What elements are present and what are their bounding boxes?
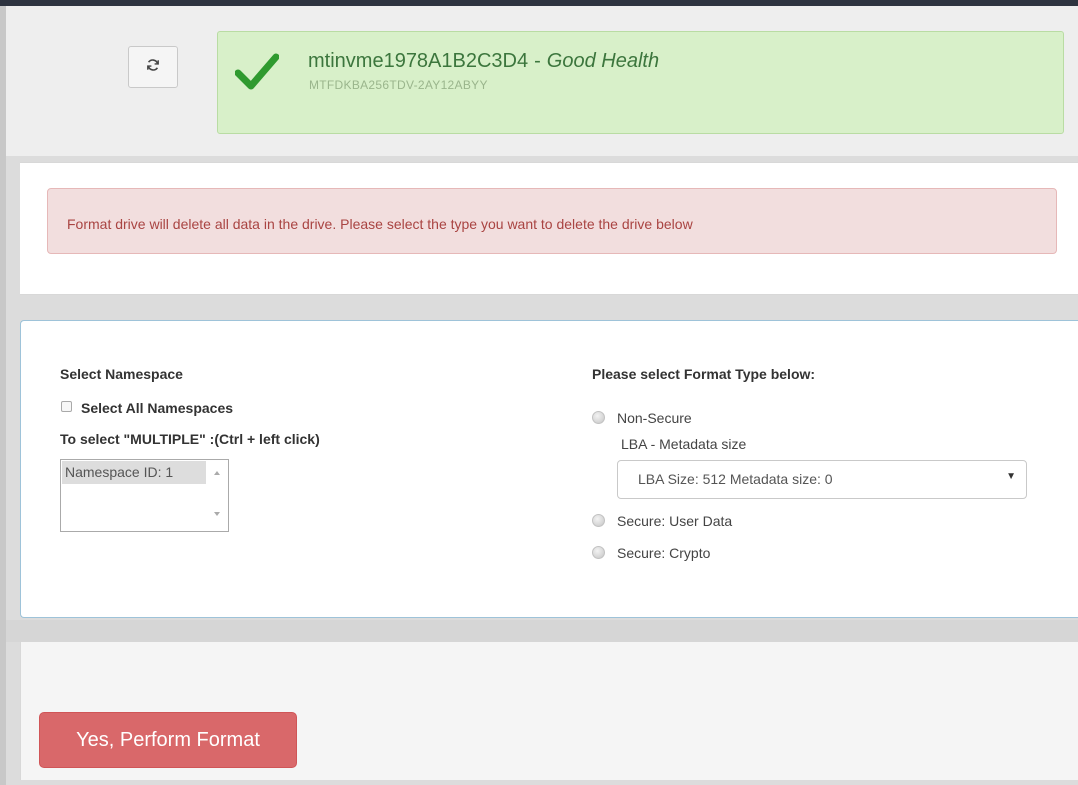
- namespace-heading: Select Namespace: [60, 366, 183, 382]
- scroll-up-icon[interactable]: [214, 471, 220, 475]
- format-type-heading: Please select Format Type below:: [592, 366, 816, 382]
- namespace-option[interactable]: Namespace ID: 1: [62, 461, 206, 484]
- checkmark-icon: [234, 52, 280, 97]
- secure-user-data-radio[interactable]: [592, 514, 605, 527]
- refresh-icon: [146, 58, 160, 77]
- scroll-down-icon[interactable]: [214, 512, 220, 516]
- select-all-namespaces-checkbox[interactable]: [61, 401, 72, 412]
- listbox-scrollbar[interactable]: [206, 460, 228, 531]
- caret-down-icon: ▼: [1006, 471, 1016, 482]
- secure-crypto-label[interactable]: Secure: Crypto: [617, 545, 710, 561]
- secure-user-data-label[interactable]: Secure: User Data: [617, 513, 732, 529]
- secure-crypto-radio[interactable]: [592, 546, 605, 559]
- drive-title-separator: -: [534, 50, 541, 72]
- perform-format-button[interactable]: Yes, Perform Format: [39, 712, 297, 768]
- section-divider: [6, 620, 1078, 642]
- lba-size-select[interactable]: LBA Size: 512 Metadata size: 0 ▼: [617, 460, 1027, 499]
- refresh-button[interactable]: [128, 46, 178, 88]
- lba-metadata-label: LBA - Metadata size: [621, 436, 747, 452]
- drive-model: MTFDKBA256TDV-2AY12ABYY: [309, 78, 488, 92]
- drive-name: mtinvme1978A1B2C3D4: [308, 50, 529, 72]
- lba-size-value: LBA Size: 512 Metadata size: 0: [638, 471, 833, 487]
- select-all-namespaces-label[interactable]: Select All Namespaces: [81, 400, 233, 416]
- drive-title: mtinvme1978A1B2C3D4- Good Health: [308, 50, 659, 73]
- drive-health-status: Good Health: [546, 50, 660, 72]
- multi-select-hint: To select "MULTIPLE" :(Ctrl + left click…: [60, 431, 320, 447]
- non-secure-label[interactable]: Non-Secure: [617, 410, 692, 426]
- namespace-listbox[interactable]: Namespace ID: 1: [60, 459, 229, 532]
- format-warning-text: Format drive will delete all data in the…: [67, 216, 693, 232]
- non-secure-radio[interactable]: [592, 411, 605, 424]
